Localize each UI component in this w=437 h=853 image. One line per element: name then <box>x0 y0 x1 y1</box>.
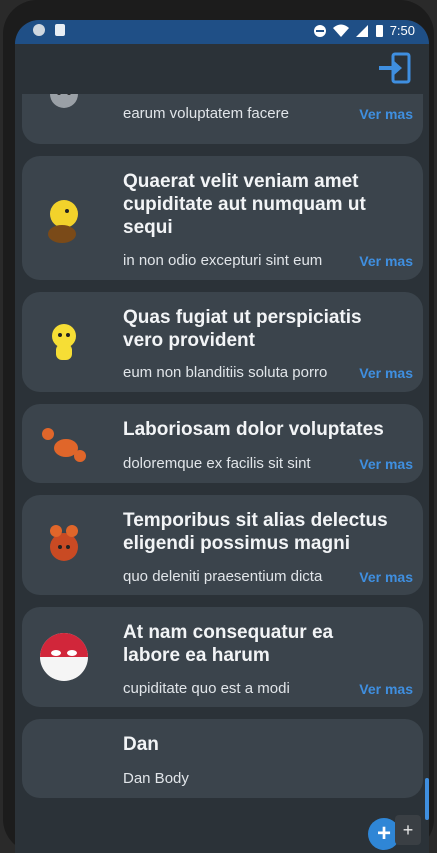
add-icon-button[interactable]: + <box>395 815 421 845</box>
post-title: Temporibus sit alias delectus eligendi p… <box>123 510 388 554</box>
post-card[interactable]: Quas fugiat ut perspiciatis vero provide… <box>22 292 423 392</box>
gray-pokemon-avatar-icon <box>50 94 78 108</box>
post-card[interactable]: Temporibus sit alias delectus eligendi p… <box>22 495 423 595</box>
do-not-disturb-icon <box>313 24 326 37</box>
status-bar: 7:50 <box>15 20 429 44</box>
status-time: 7:50 <box>389 23 415 38</box>
post-body: quo deleniti praesentium dicta <box>123 568 323 585</box>
ver-mas-link[interactable]: Ver mas <box>359 568 413 586</box>
orange-pokemon-avatar-icon <box>50 525 78 561</box>
post-body: eum non blanditiis soluta porro <box>123 364 328 381</box>
wifi-icon <box>332 24 349 37</box>
post-list[interactable]: officiis earum voluptatem facere Ver mas… <box>15 94 429 853</box>
app-bar <box>15 44 429 94</box>
post-title: Laboriosam dolor voluptates <box>123 419 384 440</box>
post-body: doloremque ex facilis sit sint <box>123 455 311 472</box>
post-title: Quas fugiat ut perspiciatis vero provide… <box>123 307 362 351</box>
post-title: At nam consequatur ea labore ea harum <box>123 622 334 666</box>
post-title: Dan <box>123 734 159 755</box>
post-body: Dan Body <box>123 770 189 787</box>
post-card[interactable]: officiis earum voluptatem facere Ver mas <box>22 94 423 144</box>
post-title: Quaerat velit veniam amet cupiditate aut… <box>123 171 366 238</box>
phone-frame: 7:50 officiis earum voluptatem facere Ve… <box>3 0 434 853</box>
yellow-psychic-pokemon-avatar-icon <box>52 324 76 360</box>
cell-signal-icon <box>355 24 368 37</box>
yellow-pokemon-avatar-icon <box>48 200 78 243</box>
post-card[interactable]: At nam consequatur ea labore ea harum cu… <box>22 607 423 707</box>
ver-mas-link[interactable]: Ver mas <box>359 252 413 270</box>
post-body: earum voluptatem facere <box>123 105 289 122</box>
sd-card-icon <box>55 24 65 36</box>
orange-crab-pokemon-avatar-icon <box>42 428 86 462</box>
scrollbar-thumb[interactable] <box>425 778 429 820</box>
post-card[interactable]: Dan Dan Body <box>22 719 423 798</box>
ver-mas-link[interactable]: Ver mas <box>359 680 413 698</box>
app-screen: 7:50 officiis earum voluptatem facere Ve… <box>15 20 429 853</box>
ver-mas-link[interactable]: Ver mas <box>359 364 413 382</box>
post-body: in non odio excepturi sint eum <box>123 252 323 269</box>
battery-icon <box>375 24 383 37</box>
exit-to-app-icon[interactable] <box>379 52 413 84</box>
notification-dot-icon <box>33 24 45 36</box>
red-ball-pokemon-avatar-icon <box>40 633 88 681</box>
post-card[interactable]: Laboriosam dolor voluptates doloremque e… <box>22 404 423 483</box>
ver-mas-link[interactable]: Ver mas <box>359 455 413 473</box>
post-body: cupiditate quo est a modi <box>123 680 290 697</box>
ver-mas-link[interactable]: Ver mas <box>359 105 413 123</box>
post-card[interactable]: Quaerat velit veniam amet cupiditate aut… <box>22 156 423 280</box>
